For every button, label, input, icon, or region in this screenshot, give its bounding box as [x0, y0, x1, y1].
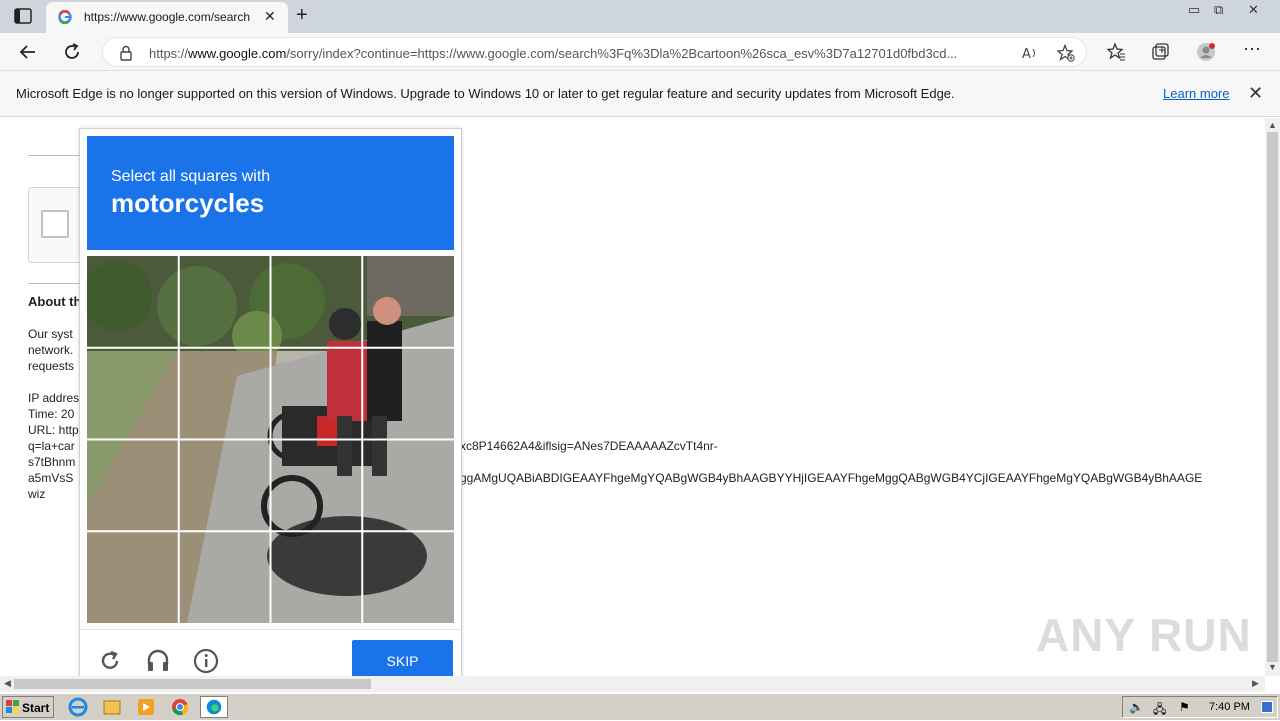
grid-cell-2-3[interactable]	[271, 348, 362, 439]
clock: 7:40 PM	[1209, 701, 1250, 713]
ip-label: IP addres	[28, 391, 80, 405]
browser-tab[interactable]: https://www.google.com/search ✕	[46, 2, 288, 33]
read-aloud-icon[interactable]: A	[1021, 44, 1039, 62]
chrome-icon[interactable]	[166, 696, 194, 718]
about-line-1: Our syst	[28, 327, 73, 341]
grid-cell-1-4[interactable]	[363, 256, 454, 347]
grid-cell-3-2[interactable]	[179, 440, 270, 531]
file-explorer-icon[interactable]	[98, 696, 126, 718]
google-favicon-icon	[58, 10, 72, 24]
grid-cell-1-3[interactable]	[271, 256, 362, 347]
more-menu-icon[interactable]: ⋯	[1243, 39, 1263, 59]
grid-cell-4-4[interactable]	[363, 532, 454, 623]
windows-logo-icon	[6, 700, 19, 713]
minimize-icon[interactable]: ▭	[1188, 2, 1200, 18]
scroll-right-icon[interactable]: ▶	[1252, 678, 1259, 689]
back-icon[interactable]	[17, 41, 39, 63]
infobar-close-icon[interactable]: ✕	[1248, 83, 1263, 104]
url-text[interactable]: https://www.google.com/sorry/index?conti…	[149, 46, 1009, 61]
navigation-bar: https://www.google.com/sorry/index?conti…	[0, 33, 1280, 71]
grid-cell-4-2[interactable]	[179, 532, 270, 623]
internet-explorer-icon[interactable]	[64, 696, 92, 718]
learn-more-link[interactable]: Learn more	[1163, 86, 1229, 101]
grid-cell-1-2[interactable]	[179, 256, 270, 347]
profile-avatar-icon[interactable]	[1196, 42, 1216, 62]
refresh-icon[interactable]	[61, 41, 83, 63]
captcha-header: Select all squares with motorcycles	[87, 136, 454, 250]
about-line-3: requests	[28, 359, 75, 373]
watermark: ANY RUN	[1036, 609, 1252, 661]
divider	[28, 283, 80, 284]
unsupported-infobar: Microsoft Edge is no longer supported on…	[0, 71, 1280, 117]
captcha-image-grid	[87, 256, 454, 623]
info-icon[interactable]	[193, 648, 219, 674]
grid-cell-3-3[interactable]	[271, 440, 362, 531]
captcha-challenge: Select all squares with motorcycles SKIP	[79, 128, 462, 688]
title-bar: https://www.google.com/search ✕ + ▭ ⧉ ✕	[0, 0, 1280, 33]
svg-text:A: A	[1022, 47, 1031, 62]
restore-icon[interactable]: ⧉	[1214, 2, 1223, 18]
vertical-scroll-thumb[interactable]	[1267, 132, 1278, 662]
edge-icon[interactable]	[200, 696, 228, 718]
scroll-up-icon[interactable]: ▲	[1268, 120, 1277, 130]
url-label: URL: http	[28, 423, 79, 437]
time-label: Time: 20	[28, 407, 75, 421]
grid-cell-4-1[interactable]	[87, 532, 178, 623]
horizontal-scroll-thumb[interactable]	[14, 679, 371, 689]
about-line-2: network.	[28, 343, 74, 357]
reload-challenge-icon[interactable]	[97, 648, 123, 674]
start-button[interactable]: Start	[2, 696, 54, 718]
captcha-instruction: Select all squares with	[111, 168, 271, 185]
address-bar[interactable]: https://www.google.com/sorry/index?conti…	[102, 37, 1087, 67]
window-close-icon[interactable]: ✕	[1248, 2, 1259, 18]
show-desktop-icon[interactable]	[1261, 701, 1273, 713]
horizontal-scrollbar[interactable]: ◀ ▶	[0, 676, 1265, 692]
system-tray: 🔈 🖧 ⚑ 7:40 PM	[1122, 696, 1278, 718]
url-long-fragment: ggAMgUQABiABDIGEAAYFhgeMgYQABgWGB4yBhAAG…	[460, 471, 1203, 485]
grid-cell-2-4[interactable]	[363, 348, 454, 439]
tab-close-icon[interactable]: ✕	[264, 8, 276, 25]
url-wiz-line: wiz	[28, 487, 46, 501]
grid-cell-3-4[interactable]	[363, 440, 454, 531]
audio-challenge-icon[interactable]	[145, 648, 171, 674]
scroll-left-icon[interactable]: ◀	[4, 678, 11, 689]
url-sig-fragment: xc8P14662A4&iflsig=ANes7DEAAAAAZcvTt4nr-	[460, 439, 718, 453]
infobar-message: Microsoft Edge is no longer supported on…	[16, 86, 955, 101]
grid-cell-3-1[interactable]	[87, 440, 178, 531]
lock-icon[interactable]	[119, 45, 133, 61]
divider	[28, 155, 80, 156]
grid-cell-2-2[interactable]	[179, 348, 270, 439]
favorites-icon[interactable]	[1106, 42, 1126, 62]
taskbar: Start 🔈 🖧 ⚑ 7:40 PM	[0, 693, 1280, 720]
media-player-icon[interactable]	[132, 696, 160, 718]
add-favorite-icon[interactable]	[1057, 44, 1075, 62]
start-label: Start	[22, 701, 50, 715]
recaptcha-checkbox[interactable]	[41, 210, 69, 238]
tab-actions-icon[interactable]	[14, 8, 32, 24]
collections-icon[interactable]	[1150, 42, 1170, 62]
grid-cell-4-3[interactable]	[271, 532, 362, 623]
vertical-scrollbar[interactable]: ▲ ▼	[1265, 118, 1280, 676]
about-heading: About th	[28, 294, 82, 309]
flag-icon[interactable]: ⚑	[1179, 700, 1190, 714]
captcha-target: motorcycles	[111, 188, 265, 218]
grid-cell-2-1[interactable]	[87, 348, 178, 439]
url-s7-line: s7tBhnm	[28, 455, 76, 469]
new-tab-icon[interactable]: +	[296, 4, 308, 27]
tab-title: https://www.google.com/search	[84, 10, 251, 24]
grid-cell-1-1[interactable]	[87, 256, 178, 347]
scroll-down-icon[interactable]: ▼	[1268, 662, 1277, 672]
url-a5-line: a5mVsS	[28, 471, 74, 485]
volume-icon[interactable]: 🔈	[1129, 700, 1144, 714]
network-icon[interactable]: 🖧	[1153, 700, 1166, 721]
url-q-line: q=la+car	[28, 439, 75, 453]
